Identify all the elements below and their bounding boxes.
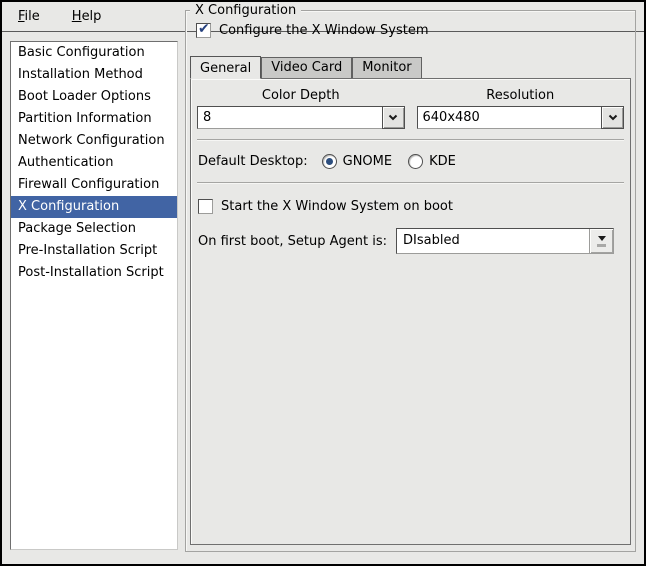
resolution-value[interactable]: 640x480 bbox=[417, 106, 602, 129]
separator bbox=[197, 139, 624, 141]
radio-kde-label: KDE bbox=[429, 154, 456, 169]
default-desktop-label: Default Desktop: bbox=[198, 154, 308, 169]
sidebar-item-boot-loader-options[interactable]: Boot Loader Options bbox=[11, 86, 177, 108]
arrow-dash-icon bbox=[597, 244, 606, 247]
resolution-dropdown-button[interactable] bbox=[601, 106, 624, 129]
kickstart-configurator-window: File Help Basic Configuration Installati… bbox=[0, 0, 646, 566]
color-depth-dropdown-button[interactable] bbox=[382, 106, 405, 129]
setup-agent-label: On first boot, Setup Agent is: bbox=[198, 234, 387, 249]
start-x-checkbox[interactable] bbox=[198, 199, 213, 214]
tab-bar: General Video Card Monitor bbox=[190, 55, 631, 78]
category-list: Basic Configuration Installation Method … bbox=[10, 41, 178, 550]
default-desktop-radio-group: GNOME KDE bbox=[322, 154, 456, 169]
start-x-checkbox-row[interactable]: Start the X Window System on boot bbox=[196, 196, 625, 216]
sidebar-item-partition-information[interactable]: Partition Information bbox=[11, 108, 177, 130]
arrow-down-icon bbox=[598, 236, 606, 241]
sidebar-item-package-selection[interactable]: Package Selection bbox=[11, 218, 177, 240]
sidebar-item-authentication[interactable]: Authentication bbox=[11, 152, 177, 174]
resolution-group: Resolution 640x480 bbox=[417, 88, 625, 129]
sidebar-item-post-installation-script[interactable]: Post-Installation Script bbox=[11, 262, 177, 284]
x-configuration-frame: X Configuration Configure the X Window S… bbox=[185, 10, 636, 552]
color-depth-combobox[interactable]: 8 bbox=[197, 106, 405, 129]
configure-x-checkbox-label: Configure the X Window System bbox=[219, 23, 429, 38]
depth-resolution-row: Color Depth 8 Resolution 640x480 bbox=[196, 86, 625, 129]
configure-x-checkbox[interactable] bbox=[196, 23, 211, 38]
resolution-label: Resolution bbox=[417, 88, 625, 103]
radio-gnome-button[interactable] bbox=[322, 154, 337, 169]
color-depth-label: Color Depth bbox=[197, 88, 405, 103]
configure-x-checkbox-row[interactable]: Configure the X Window System bbox=[196, 23, 429, 38]
radio-kde[interactable]: KDE bbox=[408, 154, 456, 169]
setup-agent-dropdown[interactable]: DIsabled bbox=[396, 228, 614, 254]
sidebar-item-pre-installation-script[interactable]: Pre-Installation Script bbox=[11, 240, 177, 262]
tab-monitor[interactable]: Monitor bbox=[352, 57, 421, 78]
x-config-notebook: General Video Card Monitor Color Depth 8 bbox=[190, 55, 631, 545]
resolution-combobox[interactable]: 640x480 bbox=[417, 106, 625, 129]
menu-file[interactable]: File bbox=[10, 6, 48, 27]
color-depth-value[interactable]: 8 bbox=[197, 106, 382, 129]
frame-title: X Configuration bbox=[190, 2, 301, 19]
setup-agent-dropdown-button[interactable] bbox=[589, 229, 613, 253]
separator bbox=[197, 182, 624, 184]
color-depth-group: Color Depth 8 bbox=[197, 88, 405, 129]
radio-gnome[interactable]: GNOME bbox=[322, 154, 392, 169]
tab-general[interactable]: General bbox=[190, 56, 261, 79]
sidebar-item-network-configuration[interactable]: Network Configuration bbox=[11, 130, 177, 152]
sidebar-item-installation-method[interactable]: Installation Method bbox=[11, 64, 177, 86]
chevron-down-icon bbox=[608, 114, 618, 121]
chevron-down-icon bbox=[388, 114, 398, 121]
tab-video-card[interactable]: Video Card bbox=[261, 57, 352, 78]
sidebar-item-firewall-configuration[interactable]: Firewall Configuration bbox=[11, 174, 177, 196]
sidebar-item-basic-configuration[interactable]: Basic Configuration bbox=[11, 42, 177, 64]
radio-kde-button[interactable] bbox=[408, 154, 423, 169]
default-desktop-row: Default Desktop: GNOME KDE bbox=[196, 150, 625, 172]
radio-gnome-label: GNOME bbox=[343, 154, 392, 169]
start-x-checkbox-label: Start the X Window System on boot bbox=[221, 199, 453, 214]
setup-agent-row: On first boot, Setup Agent is: DIsabled bbox=[196, 228, 625, 254]
setup-agent-value: DIsabled bbox=[397, 229, 589, 253]
menu-help[interactable]: Help bbox=[64, 6, 110, 27]
sidebar-item-x-configuration[interactable]: X Configuration bbox=[11, 196, 177, 218]
tab-content-general: Color Depth 8 Resolution 640x480 bbox=[190, 78, 631, 545]
